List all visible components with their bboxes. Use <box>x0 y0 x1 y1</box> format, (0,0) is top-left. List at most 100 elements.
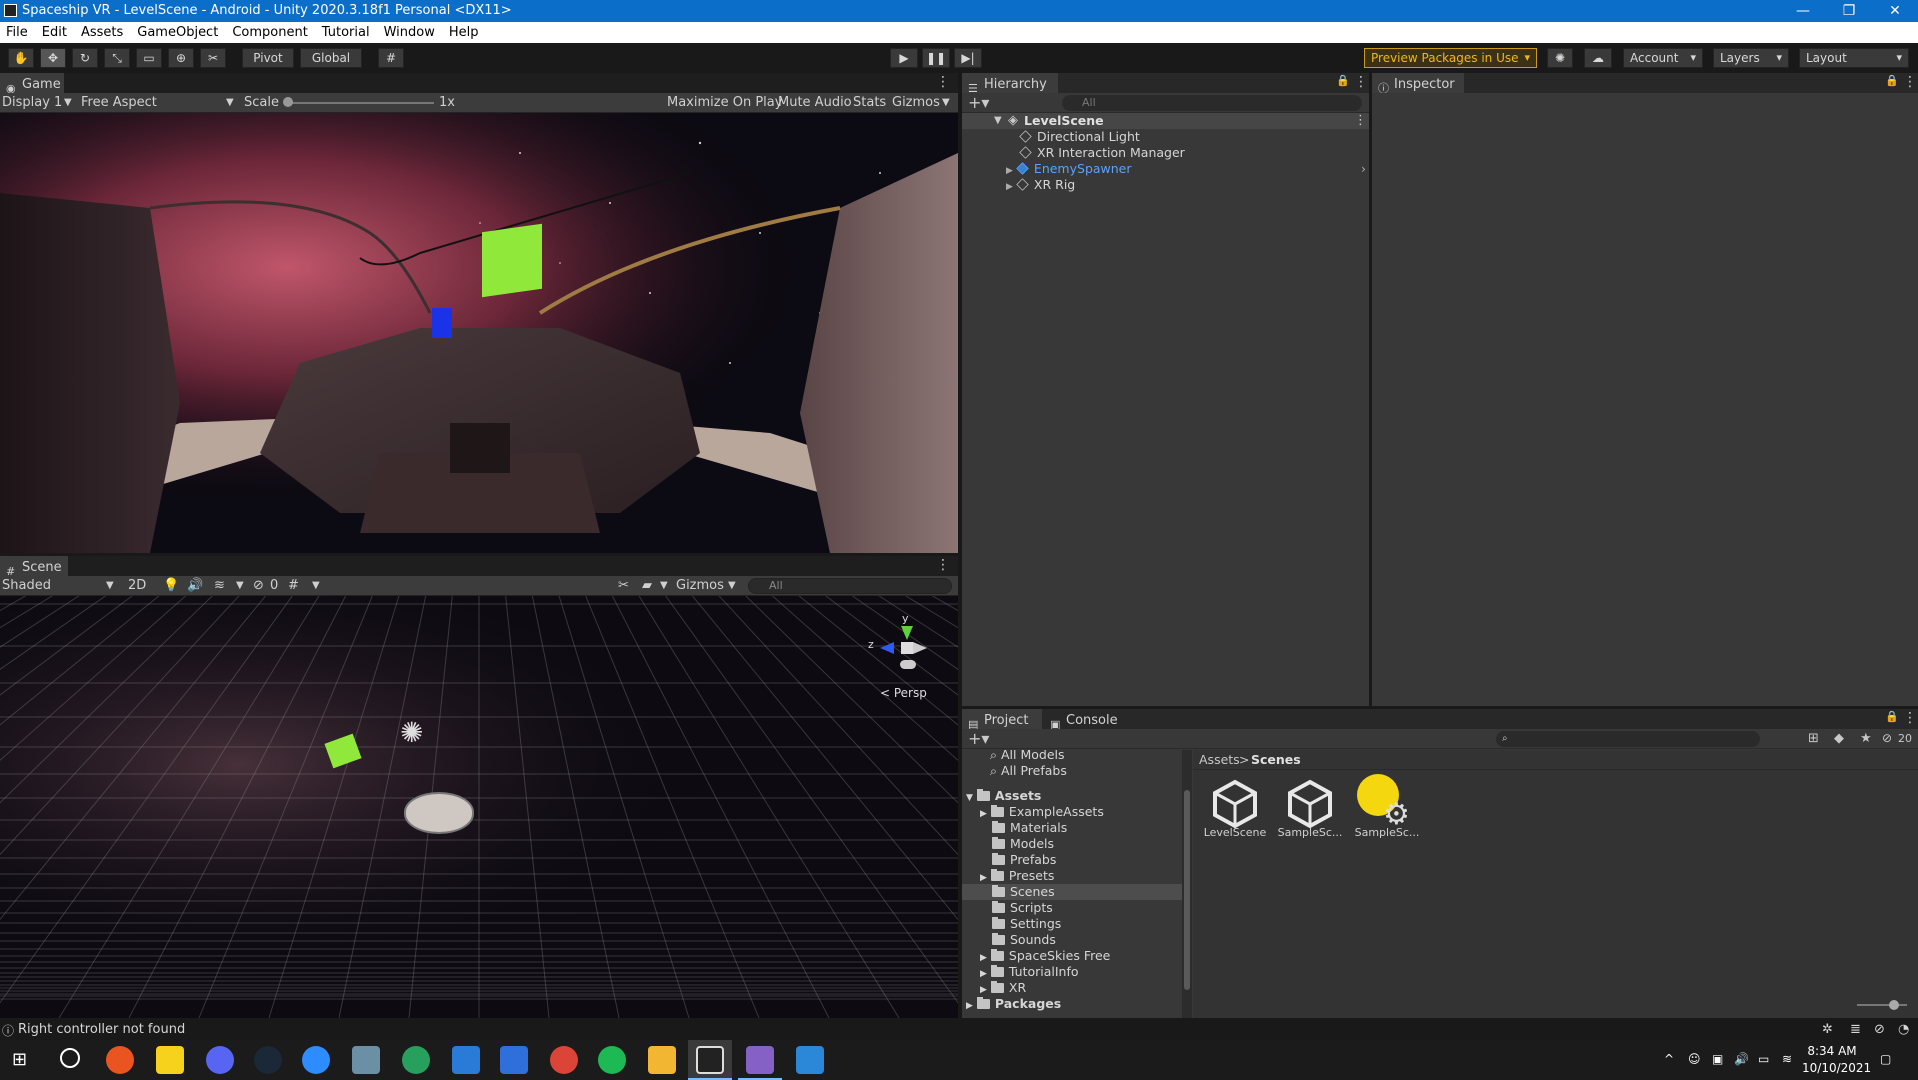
folder-scenes-selected[interactable]: Scenes <box>962 884 1182 900</box>
custom-tool-icon[interactable]: ✂ <box>200 48 226 68</box>
scene-tools-icon[interactable]: ✂ <box>618 576 629 596</box>
auto-generate-icon[interactable]: ⊘ <box>1874 1022 1885 1037</box>
project-lock-icon[interactable]: 🔒 <box>1885 710 1899 723</box>
hidden-packages-icon[interactable]: ⊘ <box>1882 731 1892 745</box>
folder-scenes[interactable]: Scenes <box>992 884 1055 900</box>
mail-app-icon[interactable] <box>452 1046 480 1074</box>
menu-file[interactable]: File <box>0 22 36 43</box>
account-dropdown[interactable]: Account <box>1623 48 1703 68</box>
folder-spaceskies-free[interactable]: ▶ SpaceSkies Free <box>980 948 1110 964</box>
asset-samplescene-settings-label[interactable]: SampleSc... <box>1352 826 1422 839</box>
scale-slider-track[interactable] <box>284 102 434 104</box>
battery-icon[interactable]: ▭ <box>1758 1052 1769 1066</box>
folder-prefabs[interactable]: Prefabs <box>992 852 1056 868</box>
clock-time[interactable]: 8:34 AM <box>1802 1044 1862 1058</box>
audio-toggle-icon[interactable]: 🔊 <box>187 576 203 596</box>
restore-icon[interactable]: ❐ <box>1826 0 1872 22</box>
hierarchy-item-directional-light[interactable]: Directional Light <box>1019 129 1140 145</box>
mode-2d-toggle[interactable]: 2D <box>128 576 146 596</box>
scene-viewport[interactable]: ✺ y z < Persp <box>0 596 958 1018</box>
scene-gizmos-chevron-icon[interactable]: ▼ <box>728 576 736 596</box>
prefab-open-chevron-icon[interactable]: › <box>1361 161 1366 177</box>
icon-size-slider[interactable] <box>1857 1004 1907 1006</box>
effects-chevron-icon[interactable]: ▼ <box>236 576 244 596</box>
breadcrumb-scenes[interactable]: Scenes <box>1251 750 1301 770</box>
hierarchy-menu-icon[interactable]: ⋮ <box>1354 74 1368 90</box>
chrome-app-icon[interactable] <box>550 1046 578 1074</box>
ubuntu-app-icon[interactable] <box>106 1046 134 1074</box>
menu-help[interactable]: Help <box>443 22 487 43</box>
menu-assets[interactable]: Assets <box>75 22 131 43</box>
tab-hierarchy[interactable]: ☰ Hierarchy <box>962 73 1058 95</box>
scrollbar-thumb[interactable] <box>1184 790 1190 990</box>
notification-icon[interactable]: ▢ <box>1880 1052 1891 1066</box>
shading-dropdown[interactable]: Shaded <box>2 576 51 596</box>
unity-scene-file-icon[interactable] <box>1209 778 1261 830</box>
scene-root-menu-icon[interactable]: ⋮ <box>1354 113 1367 129</box>
expand-arrow-icon[interactable]: ▶ <box>980 953 987 963</box>
steam-app-icon[interactable] <box>254 1046 282 1074</box>
hierarchy-search-input[interactable]: All <box>1062 95 1362 111</box>
folder-exampleassets[interactable]: ▶ ExampleAssets <box>980 804 1104 820</box>
search-circle-icon[interactable] <box>60 1048 80 1068</box>
favorite-all-models[interactable]: ⌕ All Models <box>990 750 1065 763</box>
unity-app-active[interactable] <box>688 1040 732 1080</box>
hierarchy-add-icon[interactable]: +▾ <box>968 93 989 113</box>
game-menu-icon[interactable]: ⋮ <box>936 74 950 90</box>
layout-dropdown[interactable]: Layout <box>1799 48 1909 68</box>
hand-tool-icon[interactable]: ✋ <box>8 48 34 68</box>
preview-packages-dropdown[interactable]: Preview Packages in Use <box>1364 48 1537 68</box>
expand-arrow-icon[interactable]: ▶ <box>1006 182 1013 192</box>
rotate-tool-icon[interactable]: ↻ <box>72 48 98 68</box>
pivot-toggle[interactable]: Pivot <box>242 48 294 68</box>
folder-packages[interactable]: ▶ Packages <box>966 996 1061 1012</box>
icon-size-slider-thumb[interactable] <box>1889 1000 1899 1010</box>
menu-edit[interactable]: Edit <box>36 22 75 43</box>
folder-settings[interactable]: Settings <box>992 916 1061 932</box>
clock-date[interactable]: 10/10/2021 <box>1802 1061 1871 1075</box>
windows-start-icon[interactable]: ⊞ <box>12 1049 27 1070</box>
cache-icon[interactable]: ≣ <box>1850 1022 1861 1037</box>
folder-xr[interactable]: ▶ XR <box>980 980 1026 996</box>
scene-menu-icon[interactable]: ⋮ <box>936 557 950 573</box>
unity-scene-file-icon[interactable] <box>1284 778 1336 830</box>
transform-tool-icon[interactable]: ⊕ <box>168 48 194 68</box>
cloud-icon[interactable]: ☁ <box>1584 48 1612 68</box>
scene-search-input[interactable]: All <box>748 578 952 594</box>
orientation-gizmo[interactable]: y z <box>856 612 936 676</box>
tray-discord-icon[interactable]: ☺ <box>1688 1052 1701 1066</box>
step-button[interactable]: ▶| <box>954 48 982 68</box>
hierarchy-item-xr-rig[interactable]: ▶ XR Rig <box>1006 177 1075 193</box>
project-add-icon[interactable]: +▾ <box>968 729 989 749</box>
directional-light-icon[interactable]: ✺ <box>400 716 423 749</box>
inspector-lock-icon[interactable]: 🔒 <box>1885 74 1899 87</box>
mute-audio-toggle[interactable]: Mute Audio <box>778 93 852 113</box>
hidden-objects-icon[interactable]: ⊘ <box>253 576 264 596</box>
expand-arrow-icon[interactable]: ▶ <box>1006 166 1013 176</box>
folder-materials[interactable]: Materials <box>992 820 1067 836</box>
file-explorer-app-icon[interactable] <box>648 1046 676 1074</box>
notes-app-icon[interactable] <box>352 1046 380 1074</box>
aspect-dropdown[interactable]: Free Aspect <box>81 93 157 113</box>
expand-arrow-icon[interactable]: ▶ <box>980 809 987 819</box>
menu-window[interactable]: Window <box>378 22 443 43</box>
expand-arrow-icon[interactable]: ▶ <box>980 985 987 995</box>
photos-app-icon[interactable] <box>796 1046 824 1074</box>
tab-console[interactable]: ▣ Console <box>1044 709 1130 731</box>
project-menu-icon[interactable]: ⋮ <box>1903 710 1917 726</box>
effects-toggle-icon[interactable]: ≋ <box>214 576 225 596</box>
folder-models[interactable]: Models <box>992 836 1054 852</box>
folder-scripts[interactable]: Scripts <box>992 900 1053 916</box>
asset-samplescene-label[interactable]: SampleSc... <box>1275 826 1345 839</box>
asset-levelscene-label[interactable]: LevelScene <box>1200 826 1270 839</box>
grid-snap-icon[interactable]: # <box>378 48 404 68</box>
spaceship-model[interactable] <box>404 792 474 834</box>
global-toggle[interactable]: Global <box>300 48 362 68</box>
tray-chevron-icon[interactable]: ^ <box>1664 1052 1674 1066</box>
discord-app-icon[interactable] <box>206 1046 234 1074</box>
camera-icon[interactable]: ▰ <box>642 576 652 596</box>
camera-chevron-icon[interactable]: ▼ <box>660 576 668 596</box>
project-search-input[interactable]: ⌕ <box>1496 731 1760 747</box>
tray-app-icon[interactable]: ▣ <box>1712 1052 1723 1066</box>
tab-game[interactable]: ◉ Game <box>0 73 64 95</box>
